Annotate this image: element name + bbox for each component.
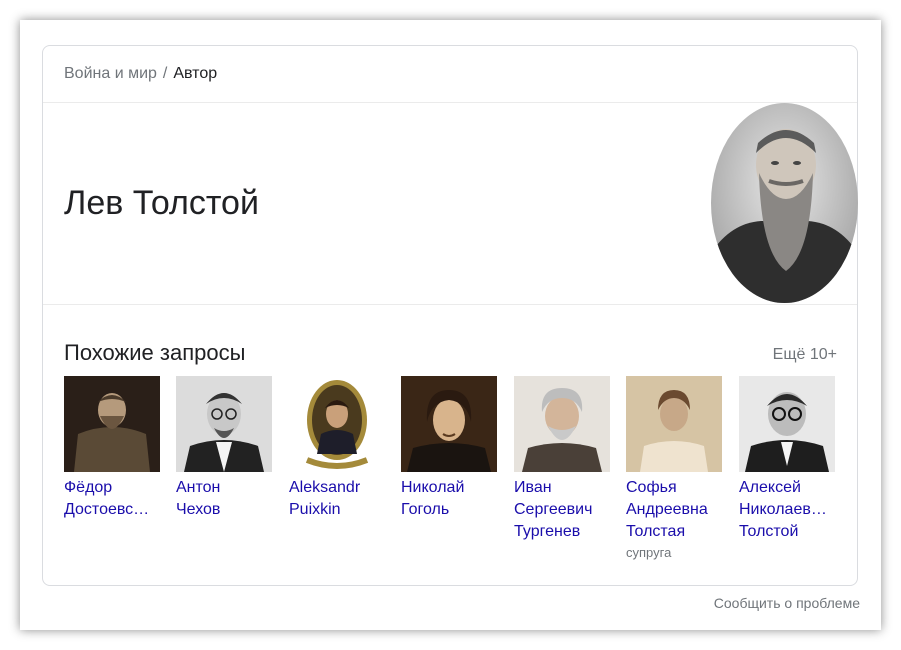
related-item-relation: супруга <box>626 545 672 560</box>
pushkin-thumbnail <box>289 376 385 472</box>
related-item-name: Иван Сергеевич Тургенев <box>514 479 593 540</box>
breadcrumb-current: Автор <box>173 65 218 82</box>
section-divider <box>43 304 857 305</box>
chekhov-thumbnail <box>176 376 272 472</box>
dostoevsky-thumbnail <box>64 376 160 472</box>
related-item-dostoevsky[interactable]: Фёдор Достоевс… <box>64 376 162 521</box>
breadcrumb-parent-link[interactable]: Война и мир <box>64 65 157 82</box>
related-item-name: Фёдор Достоевс… <box>64 479 150 518</box>
related-item-sofia-tolstaya[interactable]: Софья Андреевна Толстая супруга <box>626 376 724 560</box>
breadcrumb-separator: / <box>162 65 168 82</box>
turgenev-thumbnail <box>514 376 610 472</box>
related-item-name: Николай Гоголь <box>401 479 465 518</box>
sofia-tolstaya-thumbnail <box>626 376 722 472</box>
aleksey-tolstoy-thumbnail <box>739 376 835 472</box>
related-item-gogol[interactable]: Николай Гоголь <box>401 376 499 521</box>
report-problem-link[interactable]: Сообщить о проблеме <box>714 595 860 611</box>
more-results-link[interactable]: Ещё 10+ <box>773 346 837 364</box>
related-item-aleksey-tolstoy[interactable]: Алексей Николаев… Толстой <box>739 376 837 543</box>
entity-title: Лев Толстой <box>64 184 259 222</box>
related-item-name: Софья Андреевна Толстая <box>626 479 708 540</box>
related-item-pushkin[interactable]: Aleksandr Puixkin <box>289 376 387 521</box>
related-item-name: Алексей Николаев… Толстой <box>739 479 827 540</box>
gogol-thumbnail <box>401 376 497 472</box>
knowledge-panel: Война и мир / Автор Лев Толстой Похожие за… <box>42 45 858 586</box>
related-item-turgenev[interactable]: Иван Сергеевич Тургенев <box>514 376 612 543</box>
portrait-image <box>711 103 858 303</box>
related-searches-title: Похожие запросы <box>64 340 246 365</box>
author-portrait[interactable] <box>711 103 858 303</box>
header-divider <box>43 102 857 103</box>
related-item-chekhov[interactable]: Антон Чехов <box>176 376 274 521</box>
breadcrumb: Война и мир / Автор <box>64 65 217 83</box>
related-item-name: Aleksandr Puixkin <box>289 479 361 518</box>
related-item-name: Антон Чехов <box>176 479 221 518</box>
